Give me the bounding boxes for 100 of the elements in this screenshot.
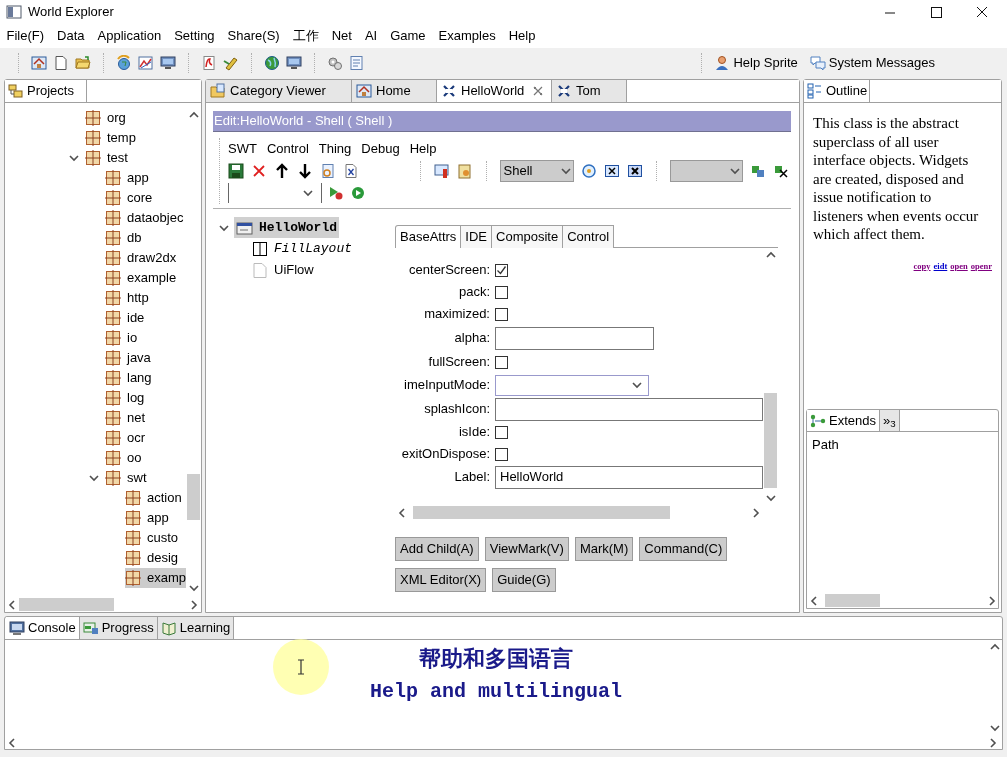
checkbox[interactable] — [495, 355, 508, 369]
combo-box[interactable] — [495, 374, 649, 396]
xml-document-icon[interactable] — [343, 163, 359, 179]
link[interactable]: open — [950, 259, 968, 273]
panel-tab[interactable]: Learning — [157, 617, 235, 639]
new-file-icon[interactable] — [53, 55, 69, 71]
property-tab[interactable]: IDE — [461, 225, 493, 248]
action-button[interactable]: ViewMark(V) — [484, 537, 569, 561]
scrollbar-thumb[interactable] — [825, 594, 880, 607]
tree-item[interactable]: test — [85, 148, 130, 168]
checkbox[interactable] — [495, 285, 508, 299]
checkbox[interactable] — [495, 263, 508, 277]
action-button[interactable]: Mark(M) — [574, 537, 634, 561]
tree-item[interactable]: org — [85, 108, 128, 128]
monitor-icon[interactable] — [160, 55, 176, 71]
tree-item[interactable]: UiFlow — [250, 259, 316, 280]
menu-item[interactable]: Help — [409, 139, 437, 159]
menu-item[interactable]: AI — [358, 26, 384, 46]
action-button[interactable]: Add Child(A) — [395, 537, 479, 561]
toolbar-link[interactable]: Help Sprite — [714, 53, 798, 73]
scrollbar-thumb[interactable] — [413, 506, 670, 519]
menu-item[interactable]: SWT — [228, 139, 257, 159]
close-box-icon[interactable] — [603, 163, 620, 179]
text-field[interactable] — [495, 326, 654, 350]
property-tab[interactable]: BaseAttrs — [395, 225, 462, 248]
tree-item[interactable]: custo — [125, 528, 181, 548]
close-box-icon[interactable] — [626, 163, 643, 179]
disc-icon[interactable] — [580, 163, 597, 179]
delete-icon[interactable] — [251, 163, 267, 179]
editor-tab[interactable]: Home — [352, 80, 437, 102]
action-button[interactable]: Command(C) — [639, 537, 728, 561]
tree-item[interactable]: examp — [125, 568, 186, 588]
action-button[interactable]: Guide(G) — [492, 568, 556, 592]
menu-item[interactable]: Help — [502, 26, 542, 46]
tree-item[interactable]: log — [105, 388, 147, 408]
tree-item[interactable]: example — [105, 268, 179, 288]
dropdown-field[interactable] — [228, 183, 315, 203]
menu-item[interactable]: Game — [383, 26, 433, 46]
script-icon[interactable] — [201, 55, 217, 71]
text-field[interactable]: HelloWorld — [495, 465, 763, 489]
tree-item[interactable]: dataobjec — [105, 208, 186, 228]
panel-tab[interactable]: Console — [6, 617, 80, 639]
pencil-icon[interactable] — [223, 55, 239, 71]
chart-icon[interactable] — [138, 55, 154, 71]
checkbox[interactable] — [495, 307, 508, 321]
maximize-icon[interactable] — [929, 5, 943, 19]
run-icon[interactable] — [350, 185, 366, 201]
tree-item[interactable]: lang — [105, 368, 154, 388]
panel-tab[interactable]: Projects — [5, 80, 87, 102]
globe-icon[interactable] — [264, 55, 280, 71]
home-icon[interactable] — [356, 83, 372, 99]
save-icon[interactable] — [228, 163, 244, 179]
menu-item[interactable]: Debug — [361, 139, 400, 159]
tree-item[interactable]: draw2dx — [105, 248, 179, 268]
tree-item[interactable]: net — [105, 408, 148, 428]
tree-item[interactable]: FillLayout — [250, 238, 354, 259]
tree-item[interactable]: io — [105, 328, 140, 348]
globe-refresh-icon[interactable] — [116, 55, 132, 71]
folder-icon[interactable] — [75, 55, 91, 71]
tree-item[interactable]: swt — [105, 468, 149, 488]
up-arrow-icon[interactable] — [274, 163, 290, 179]
property-tab[interactable]: Control — [563, 225, 615, 248]
down-arrow-icon[interactable] — [297, 163, 313, 179]
menu-item[interactable]: Thing — [318, 139, 352, 159]
menu-item[interactable]: 工作 — [286, 26, 326, 46]
menu-item[interactable]: File(F) — [0, 26, 51, 46]
tree-item[interactable]: action — [125, 488, 184, 508]
tree-item[interactable]: ocr — [105, 428, 148, 448]
menu-item[interactable]: Share(S) — [221, 26, 287, 46]
editor-tab[interactable]: Tom — [552, 80, 627, 102]
tree-item[interactable]: http — [105, 288, 151, 308]
tree-item[interactable]: temp — [85, 128, 138, 148]
tree-item[interactable]: ide — [105, 308, 147, 328]
tree-item[interactable]: oo — [105, 448, 144, 468]
menu-item[interactable]: Setting — [167, 26, 222, 46]
panel-tab[interactable]: Outline — [804, 80, 870, 102]
close-icon[interactable] — [975, 5, 989, 19]
gears-icon[interactable] — [327, 55, 343, 71]
editor-tab[interactable]: Category Viewer — [206, 80, 352, 102]
property-tab[interactable]: Composite — [492, 225, 564, 248]
document-search-icon[interactable] — [320, 163, 336, 179]
checkbox[interactable] — [495, 425, 508, 439]
tree-item[interactable]: HelloWorld — [234, 217, 339, 238]
tree-item[interactable]: app — [105, 168, 151, 188]
checkbox[interactable] — [495, 447, 508, 461]
menu-item[interactable]: Examples — [432, 26, 503, 46]
tree-item[interactable]: java — [105, 348, 153, 368]
scrollbar-thumb[interactable] — [19, 598, 114, 611]
run-stop-icon[interactable] — [328, 185, 344, 201]
link[interactable]: copy — [913, 259, 931, 273]
dropdown-field[interactable] — [669, 160, 743, 182]
tree-item[interactable]: desig — [125, 548, 181, 568]
scrollbar-thumb[interactable] — [187, 474, 200, 520]
menu-item[interactable]: Control — [266, 139, 309, 159]
tree-item[interactable]: app — [125, 508, 171, 528]
menu-item[interactable]: Data — [50, 26, 91, 46]
scrollbar-thumb[interactable] — [764, 393, 777, 488]
menu-item[interactable]: Net — [325, 26, 359, 46]
link[interactable]: eidt — [933, 259, 948, 273]
tree-item[interactable]: core — [105, 188, 155, 208]
